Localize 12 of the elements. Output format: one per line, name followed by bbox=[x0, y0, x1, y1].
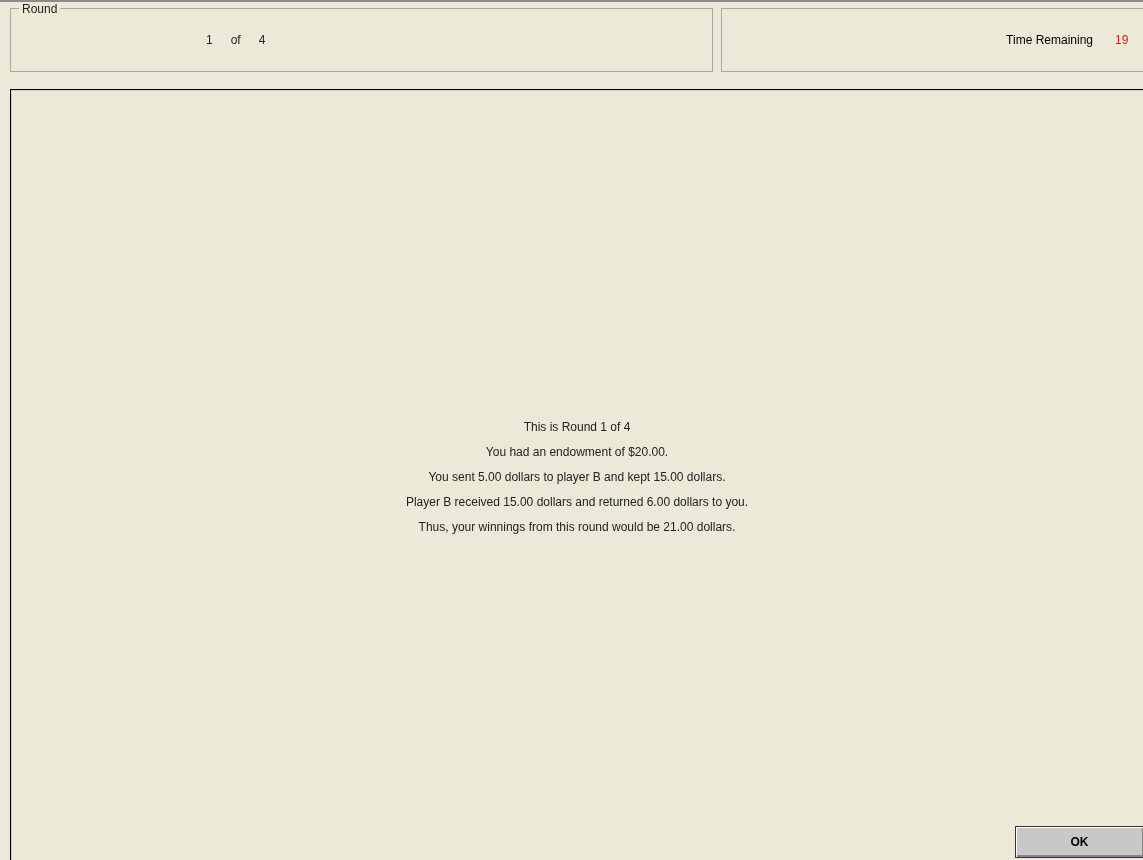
result-message: Thus, your winnings from this round would be 21.00 dollars. bbox=[418, 519, 736, 534]
round-number: 1 bbox=[206, 33, 213, 47]
of-label: of bbox=[230, 33, 241, 47]
time-remaining-label: Time Remaining bbox=[1006, 33, 1093, 47]
time-remaining-value: 19 bbox=[1115, 33, 1130, 47]
panel-title: Round bbox=[19, 2, 61, 16]
result-message: You sent 5.00 dollars to player B and kept 15.00 dollars. bbox=[428, 469, 726, 484]
ok-button[interactable]: OK bbox=[1015, 826, 1143, 858]
round-total: 4 bbox=[258, 33, 266, 47]
result-message: This is Round 1 of 4 bbox=[523, 419, 631, 434]
result-message: Player B received 15.00 dollars and returned 6.00 dollars to you. bbox=[405, 494, 749, 509]
result-message: You had an endowment of $20.00. bbox=[485, 444, 669, 459]
